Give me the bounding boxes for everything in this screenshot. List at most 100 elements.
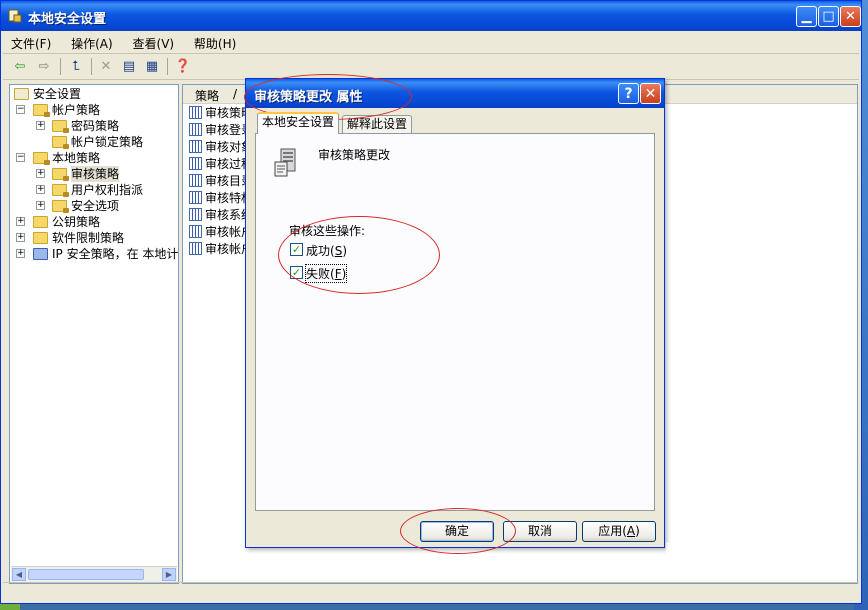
folder-icon [52,120,69,133]
policy-row[interactable]: 审核对象 [189,139,253,156]
folder-icon [33,104,50,117]
apply-accel-key: A [626,524,636,538]
tree-horizontal-scrollbar[interactable]: ◀ ▶ [11,566,177,582]
ok-button[interactable]: 确定 [420,521,494,542]
policy-row[interactable]: 审核过程 [189,156,253,173]
folder-icon [52,184,69,197]
back-button[interactable]: ⇦ [9,56,31,77]
close-icon: ✕ [644,85,657,102]
expand-icon[interactable]: + [16,233,25,242]
forward-arrow-icon: ⇨ [38,59,50,74]
tree-item-label: 本地策略 [52,151,101,165]
tree-item-label: 公钥策略 [52,215,101,229]
policy-row[interactable]: 审核登录 [189,122,253,139]
expand-icon[interactable]: + [36,185,45,194]
dialog-help-button[interactable]: ? [618,83,639,104]
policy-row[interactable]: 审核目录 [189,173,253,190]
policy-row[interactable]: 审核特权 [189,190,253,207]
close-button[interactable]: ✕ [840,6,861,27]
tree-pane[interactable]: 安全设置 − 帐户策略 + 密码策略 帐户锁定策略 − 本地策略 + 审核策略 … [9,84,179,584]
tree-item-label: 帐户锁定策略 [71,135,144,149]
policy-icon [189,208,202,221]
menu-action[interactable]: 操作(A) [63,32,121,52]
menu-view[interactable]: 查看(V) [125,32,183,52]
policy-icon [189,140,202,153]
up-level-button[interactable]: ⮤ [65,56,87,77]
tree-item-label: 安全选项 [71,199,120,213]
help-button[interactable]: ❓ [172,56,194,77]
toolbar-separator [60,58,61,75]
policy-row[interactable]: 审核策略 [189,105,253,122]
tab-panel: 审核策略更改 审核这些操作: ✓ 成功(S) ✓ 失败(F) [255,133,655,511]
question-mark-icon: ? [624,85,633,102]
folder-icon [52,168,69,181]
expand-icon[interactable]: + [16,217,25,226]
forward-button[interactable]: ⇨ [33,56,55,77]
ip-security-icon [33,248,48,260]
policy-icon [189,123,202,136]
menu-help[interactable]: 帮助(H) [186,32,244,52]
tab-explain-setting[interactable]: 解释此设置 [342,115,413,133]
status-bar [3,582,859,601]
tab-local-security-setting[interactable]: 本地安全设置 [257,112,340,134]
scroll-thumb[interactable] [28,569,144,580]
expand-icon[interactable]: + [16,249,25,258]
policy-icon [189,174,202,187]
scroll-left-icon[interactable]: ◀ [12,568,26,581]
folder-icon [52,200,69,213]
expand-icon[interactable]: + [36,169,45,178]
success-checkbox[interactable]: ✓ [290,243,303,256]
tab-label: 本地安全设置 [262,115,335,129]
cancel-button[interactable]: 取消 [503,521,577,542]
policy-icon [189,157,202,170]
properties-icon: ▤ [122,59,136,74]
menu-file[interactable]: 文件(F) [3,32,59,52]
expand-icon[interactable]: + [36,121,45,130]
failure-checkbox[interactable]: ✓ [290,266,303,279]
audit-policy-properties-dialog: 审核策略更改 属性 ? ✕ 本地安全设置 解释此设置 审核策略更改 审核这些操作… [245,78,665,548]
folder-up-icon: ⮤ [72,59,80,74]
tab-label: 解释此设置 [347,117,408,131]
tree-item-label: 帐户策略 [52,103,101,117]
toolbar-separator [167,58,168,75]
policy-row[interactable]: 审核帐户 [189,224,253,241]
minimize-button[interactable]: ▁ [796,6,817,27]
success-label[interactable]: 成功(S) [306,242,347,259]
help-book-icon: ❓ [174,59,192,74]
tree-item-label: 软件限制策略 [52,231,125,245]
server-policy-icon [274,148,296,177]
collapse-icon[interactable]: − [16,153,25,162]
checkmark-icon: ✓ [291,243,302,256]
apply-button[interactable]: 应用(A) [582,521,656,542]
failure-label-text: 失败( [306,267,335,281]
folder-icon [33,152,50,165]
watermark-url: jingyan.baidu.com [694,563,787,574]
tree-item-label: 用户权利指派 [71,183,144,197]
policy-icon [189,225,202,238]
tree-item-label: IP 安全策略，在 本地计 [52,247,179,261]
export-list-button[interactable]: ▦ [141,56,163,77]
tree-item-label: 密码策略 [71,119,120,133]
column-policy[interactable]: 策略 [195,87,219,104]
title-bar[interactable]: 本地安全设置 ▁ □ ✕ [1,1,861,31]
policy-icon [189,106,202,119]
collapse-icon[interactable]: − [16,105,25,114]
scroll-right-icon[interactable]: ▶ [162,568,176,581]
back-arrow-icon: ⇦ [14,59,26,74]
policy-row[interactable]: 审核系统 [189,207,253,224]
expand-icon[interactable]: + [36,201,45,210]
properties-button[interactable]: ▤ [118,56,140,77]
delete-button[interactable]: ✕ [95,56,117,77]
maximize-button[interactable]: □ [818,6,839,27]
checkmark-icon: ✓ [291,266,302,279]
policy-icon [189,242,202,255]
menu-bar: 文件(F) 操作(A) 查看(V) 帮助(H) [3,32,859,54]
dialog-close-button[interactable]: ✕ [640,83,661,104]
policy-row[interactable]: 审核帐户 [189,241,253,258]
sort-indicator: / [233,87,238,101]
apply-label: 应用( [598,524,627,538]
failure-label[interactable]: 失败(F) [304,264,348,283]
failure-accel-key: F [334,267,342,281]
dialog-title-bar[interactable]: 审核策略更改 属性 ? ✕ [246,79,664,108]
security-settings-icon [14,88,29,100]
